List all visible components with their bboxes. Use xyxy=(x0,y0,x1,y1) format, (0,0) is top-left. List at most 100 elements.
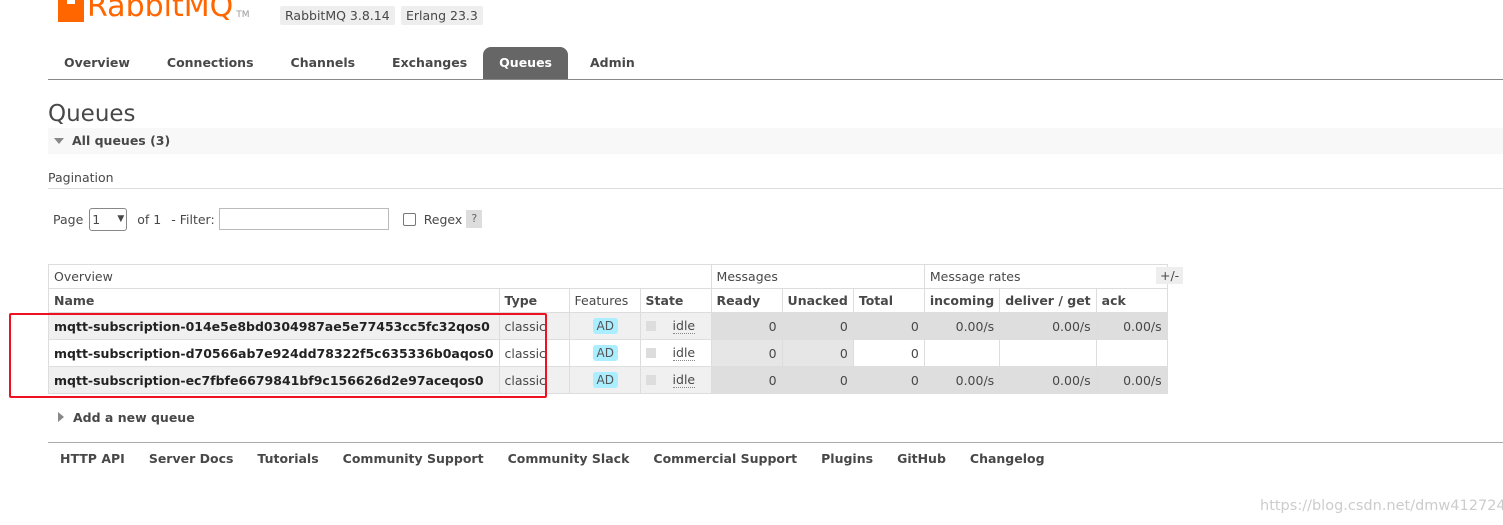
rabbitmq-logo[interactable]: RabbitMQ TM xyxy=(58,0,250,22)
pagination-row: Page 1 ▼ of 1 - Filter: Regex ? xyxy=(53,207,483,231)
regex-checkbox[interactable] xyxy=(402,212,416,226)
feature-badge: AD xyxy=(592,318,618,334)
column-header-features: Features xyxy=(568,288,641,313)
footer-link-server-docs[interactable]: Server Docs xyxy=(137,451,246,466)
table-row: mqtt-subscription-014e5e8bd0304987ae5e77… xyxy=(48,312,1168,340)
page-label: Page xyxy=(53,211,84,227)
state-indicator-icon xyxy=(645,348,656,358)
queue-type: classic xyxy=(498,312,570,340)
erlang-version-badge: Erlang 23.3 xyxy=(401,6,483,25)
column-header-name[interactable]: Name xyxy=(48,288,500,313)
filter-input[interactable] xyxy=(218,208,389,230)
page-count-label: of 1 xyxy=(137,211,162,227)
expand-triangle-icon xyxy=(58,412,64,422)
deliver-get-rate xyxy=(999,339,1097,367)
queue-features: AD xyxy=(568,366,641,394)
total-count: 0 xyxy=(852,339,925,367)
regex-label: Regex xyxy=(423,211,463,227)
footer-link-community-slack[interactable]: Community Slack xyxy=(496,451,642,466)
ready-count: 0 xyxy=(710,366,783,394)
rabbit-logo-icon xyxy=(58,0,84,22)
ack-rate xyxy=(1095,339,1168,367)
footer-link-tutorials[interactable]: Tutorials xyxy=(245,451,330,466)
column-header-state[interactable]: State xyxy=(639,288,712,313)
state-indicator-icon xyxy=(645,375,656,385)
queue-state: idle xyxy=(639,312,712,340)
footer-divider xyxy=(48,442,1503,443)
queue-name-link[interactable]: mqtt-subscription-ec7fbfe6679841bf9c1566… xyxy=(48,366,500,394)
footer-link-github[interactable]: GitHub xyxy=(885,451,958,466)
feature-badge: AD xyxy=(592,345,618,361)
tab-exchanges[interactable]: Exchanges xyxy=(374,47,483,79)
ack-rate: 0.00/s xyxy=(1095,312,1168,340)
state-label: idle xyxy=(672,345,696,361)
pagination-divider xyxy=(48,188,1503,189)
total-count: 0 xyxy=(852,366,925,394)
queue-state: idle xyxy=(639,366,712,394)
pagination-label: Pagination xyxy=(48,170,114,185)
filter-label: - Filter: xyxy=(171,211,215,227)
regex-help-button[interactable]: ? xyxy=(466,210,483,228)
footer-link-changelog[interactable]: Changelog xyxy=(958,451,1057,466)
add-new-queue-label: Add a new queue xyxy=(73,410,195,425)
footer-link-community-support[interactable]: Community Support xyxy=(331,451,496,466)
incoming-rate xyxy=(923,339,1001,367)
footer-link-commercial-support[interactable]: Commercial Support xyxy=(641,451,809,466)
chevron-down-icon: ▼ xyxy=(117,214,125,224)
ready-count: 0 xyxy=(710,339,783,367)
table-row: mqtt-subscription-d70566ab7e924dd78322f5… xyxy=(48,339,1168,367)
ack-rate: 0.00/s xyxy=(1095,366,1168,394)
column-header-total[interactable]: Total xyxy=(852,288,925,313)
column-header-ready[interactable]: Ready xyxy=(710,288,783,313)
all-queues-toggle[interactable]: All queues (3) xyxy=(48,128,1503,154)
footer-links: HTTP API Server Docs Tutorials Community… xyxy=(48,451,1057,466)
page-select[interactable]: 1 ▼ xyxy=(89,207,128,231)
feature-badge: AD xyxy=(592,372,618,388)
incoming-rate: 0.00/s xyxy=(923,312,1001,340)
watermark-text: https://blog.csdn.net/dmw412724 xyxy=(1260,498,1503,514)
tab-connections[interactable]: Connections xyxy=(146,47,270,79)
queue-type: classic xyxy=(498,339,570,367)
unacked-count: 0 xyxy=(781,312,854,340)
column-header-ack[interactable]: ack xyxy=(1095,288,1168,313)
queue-features: AD xyxy=(568,312,641,340)
rabbitmq-version-badge: RabbitMQ 3.8.14 xyxy=(280,6,395,25)
logo-trademark: TM xyxy=(236,10,250,20)
queue-state: idle xyxy=(639,339,712,367)
tab-admin[interactable]: Admin xyxy=(568,47,651,79)
tab-overview[interactable]: Overview xyxy=(48,47,146,79)
tab-channels[interactable]: Channels xyxy=(270,47,375,79)
logo-text: RabbitMQ xyxy=(87,0,234,24)
overview-group-header: Overview xyxy=(48,264,712,289)
page-select-value: 1 xyxy=(92,211,101,227)
state-label: idle xyxy=(672,318,696,334)
ready-count: 0 xyxy=(710,312,783,340)
main-nav-tabs: Overview Connections Channels Exchanges … xyxy=(48,47,1503,80)
column-header-incoming[interactable]: incoming xyxy=(923,288,1001,313)
message-rates-group-header: Message rates xyxy=(923,264,1168,289)
state-label: idle xyxy=(672,372,696,388)
queue-name-link[interactable]: mqtt-subscription-d70566ab7e924dd78322f5… xyxy=(48,339,500,367)
unacked-count: 0 xyxy=(781,339,854,367)
all-queues-label: All queues (3) xyxy=(72,133,171,148)
column-header-deliver-get[interactable]: deliver / get xyxy=(999,288,1097,313)
queue-features: AD xyxy=(568,339,641,367)
add-new-queue-toggle[interactable]: Add a new queue xyxy=(58,410,195,426)
queues-table: Overview Messages Message rates Name Typ… xyxy=(48,264,1168,394)
state-indicator-icon xyxy=(645,321,656,331)
tab-queues[interactable]: Queues xyxy=(483,47,568,79)
incoming-rate: 0.00/s xyxy=(923,366,1001,394)
table-row: mqtt-subscription-ec7fbfe6679841bf9c1566… xyxy=(48,366,1168,394)
footer-link-http-api[interactable]: HTTP API xyxy=(48,451,137,466)
total-count: 0 xyxy=(852,312,925,340)
collapse-triangle-icon xyxy=(54,138,64,144)
column-header-type[interactable]: Type xyxy=(498,288,570,313)
column-header-unacked[interactable]: Unacked xyxy=(781,288,854,313)
unacked-count: 0 xyxy=(781,366,854,394)
footer-link-plugins[interactable]: Plugins xyxy=(809,451,885,466)
column-toggle-button[interactable]: +/- xyxy=(1156,267,1184,284)
deliver-get-rate: 0.00/s xyxy=(999,312,1097,340)
queue-type: classic xyxy=(498,366,570,394)
queue-name-link[interactable]: mqtt-subscription-014e5e8bd0304987ae5e77… xyxy=(48,312,500,340)
deliver-get-rate: 0.00/s xyxy=(999,366,1097,394)
